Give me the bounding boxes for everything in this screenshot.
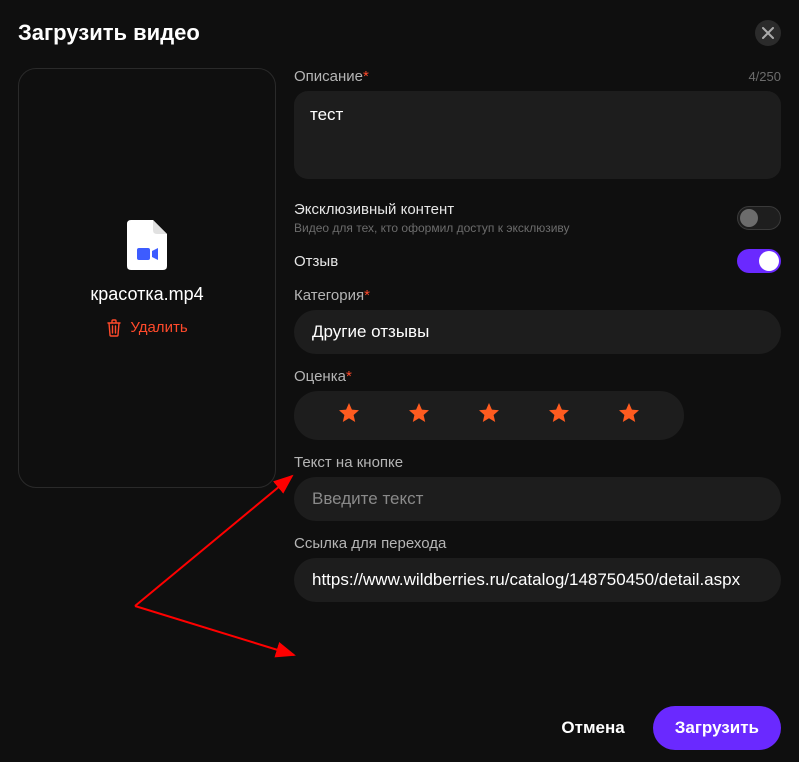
rating-box [294, 391, 684, 440]
modal-footer: Отмена Загрузить [18, 686, 781, 750]
file-panel: красотка.mp4 Удалить [18, 68, 276, 686]
review-title: Отзыв [294, 253, 338, 270]
close-button[interactable] [755, 20, 781, 46]
star-2[interactable] [407, 401, 431, 430]
button-text-input[interactable] [294, 477, 781, 521]
close-icon [762, 27, 774, 39]
link-input[interactable] [294, 558, 781, 602]
star-1[interactable] [337, 401, 361, 430]
cancel-button[interactable]: Отмена [547, 708, 638, 748]
file-name: красотка.mp4 [90, 284, 203, 305]
star-3[interactable] [477, 401, 501, 430]
exclusive-row: Эксклюзивный контент Видео для тех, кто … [294, 201, 781, 235]
star-4[interactable] [547, 401, 571, 430]
button-text-section: Текст на кнопке [294, 454, 781, 521]
delete-label: Удалить [130, 319, 187, 336]
link-section: Ссылка для перехода [294, 535, 781, 602]
modal-header: Загрузить видео [18, 20, 781, 46]
file-card: красотка.mp4 Удалить [18, 68, 276, 488]
modal-content: красотка.mp4 Удалить Описание* 4/250 [18, 68, 781, 686]
rating-section: Оценка* [294, 368, 781, 440]
category-section: Категория* [294, 287, 781, 354]
modal-title: Загрузить видео [18, 20, 200, 46]
trash-icon [106, 319, 122, 337]
button-text-label: Текст на кнопке [294, 454, 781, 471]
star-5[interactable] [617, 401, 641, 430]
submit-button[interactable]: Загрузить [653, 706, 781, 750]
exclusive-subtitle: Видео для тех, кто оформил доступ к экск… [294, 221, 570, 235]
review-row: Отзыв [294, 249, 781, 273]
description-section: Описание* 4/250 [294, 68, 781, 179]
link-label: Ссылка для перехода [294, 535, 781, 552]
rating-label: Оценка* [294, 368, 781, 385]
form-panel: Описание* 4/250 Эксклюзивный контент Вид… [294, 68, 781, 686]
description-label: Описание* [294, 68, 369, 85]
review-toggle[interactable] [737, 249, 781, 273]
description-counter: 4/250 [748, 69, 781, 84]
delete-file-button[interactable]: Удалить [106, 319, 187, 337]
exclusive-title: Эксклюзивный контент [294, 201, 570, 218]
video-file-icon [127, 220, 167, 270]
exclusive-toggle[interactable] [737, 206, 781, 230]
category-input[interactable] [294, 310, 781, 354]
description-input[interactable] [294, 91, 781, 179]
upload-video-modal: Загрузить видео красотка.mp4 [0, 0, 799, 762]
category-label: Категория* [294, 287, 781, 304]
